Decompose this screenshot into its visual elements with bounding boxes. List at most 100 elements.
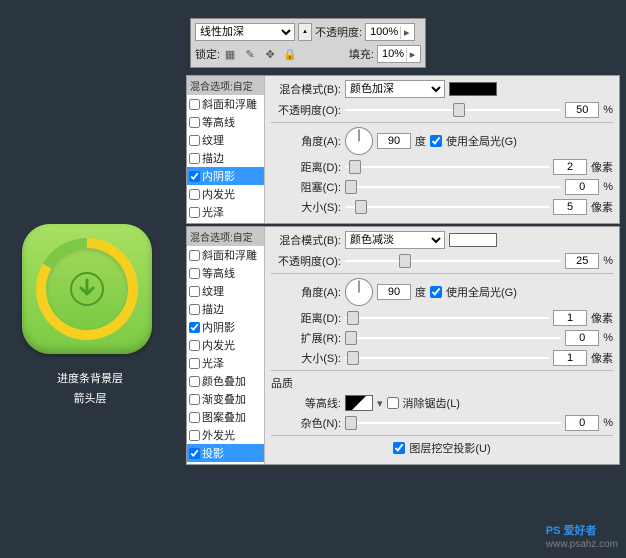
layer-style-panel-drop-shadow: 混合选项:自定 斜面和浮雕等高线纹理描边内阴影内发光光泽颜色叠加渐变叠加图案叠加… [186, 226, 620, 465]
angle-dial[interactable] [345, 278, 373, 306]
style-item-内发光[interactable]: 内发光 [187, 185, 264, 203]
style-label: 光泽 [202, 204, 224, 220]
angle-input[interactable] [377, 133, 411, 149]
chevron-down-icon[interactable]: ▸ [400, 26, 412, 39]
noise-input[interactable] [565, 415, 599, 431]
noise-slider[interactable] [345, 416, 561, 430]
style-item-投影[interactable]: 投影 [187, 444, 264, 462]
style-item-内阴影[interactable]: 内阴影 [187, 167, 264, 185]
opacity-slider[interactable] [345, 103, 561, 117]
lock-transparency-icon[interactable]: ▦ [223, 47, 237, 61]
style-checkbox[interactable] [189, 171, 200, 182]
style-checkbox[interactable] [189, 412, 200, 423]
caption-line-1: 进度条背景层 [0, 370, 180, 390]
opacity-value-box[interactable]: 100%▸ [365, 23, 415, 41]
size-label: 大小(S): [271, 199, 341, 215]
blend-mode-select[interactable]: 颜色加深 [345, 80, 445, 98]
global-light-checkbox[interactable] [430, 286, 442, 298]
style-checkbox[interactable] [189, 376, 200, 387]
lock-brush-icon[interactable]: ✎ [243, 47, 257, 61]
style-checkbox[interactable] [189, 207, 200, 218]
style-item-描边[interactable]: 描边 [187, 300, 264, 318]
opacity-slider[interactable] [345, 254, 561, 268]
antialias-checkbox[interactable] [387, 397, 399, 409]
style-checkbox[interactable] [189, 358, 200, 369]
choke-slider[interactable] [345, 180, 561, 194]
layer-blend-mode-select[interactable]: 线性加深 [195, 23, 295, 41]
distance-slider[interactable] [345, 311, 549, 325]
choke-input[interactable] [565, 179, 599, 195]
layer-style-panel-inner-shadow: 混合选项:自定 斜面和浮雕等高线纹理描边内阴影内发光光泽 混合模式(B): 颜色… [186, 75, 620, 224]
style-checkbox[interactable] [189, 135, 200, 146]
style-label: 等高线 [202, 114, 235, 130]
style-item-斜面和浮雕[interactable]: 斜面和浮雕 [187, 95, 264, 113]
style-label: 纹理 [202, 132, 224, 148]
style-checkbox[interactable] [189, 430, 200, 441]
fill-value-box[interactable]: 10%▸ [377, 45, 421, 63]
distance-input[interactable] [553, 310, 587, 326]
opacity-input[interactable] [565, 102, 599, 118]
size-label: 大小(S): [271, 350, 341, 366]
blend-mode-select[interactable]: 颜色减淡 [345, 231, 445, 249]
lock-label: 锁定: [195, 46, 220, 62]
knockout-label: 图层挖空投影(U) [409, 440, 490, 456]
style-checkbox[interactable] [189, 394, 200, 405]
style-item-描边[interactable]: 描边 [187, 149, 264, 167]
blending-options-header[interactable]: 混合选项:自定 [187, 76, 264, 95]
style-checkbox[interactable] [189, 189, 200, 200]
style-checkbox[interactable] [189, 99, 200, 110]
contour-swatch[interactable] [345, 395, 373, 411]
angle-dial[interactable] [345, 127, 373, 155]
style-checkbox[interactable] [189, 250, 200, 261]
style-item-斜面和浮雕[interactable]: 斜面和浮雕 [187, 246, 264, 264]
size-slider[interactable] [345, 351, 549, 365]
style-checkbox[interactable] [189, 268, 200, 279]
style-checkbox[interactable] [189, 117, 200, 128]
knockout-checkbox[interactable] [393, 442, 405, 454]
style-item-渐变叠加[interactable]: 渐变叠加 [187, 390, 264, 408]
size-input[interactable] [553, 199, 587, 215]
size-slider[interactable] [345, 200, 549, 214]
distance-slider[interactable] [345, 160, 549, 174]
style-item-纹理[interactable]: 纹理 [187, 282, 264, 300]
chevron-down-icon[interactable]: ▸ [406, 48, 418, 61]
style-checkbox[interactable] [189, 286, 200, 297]
style-item-内发光[interactable]: 内发光 [187, 336, 264, 354]
style-item-等高线[interactable]: 等高线 [187, 264, 264, 282]
style-checkbox[interactable] [189, 304, 200, 315]
lock-move-icon[interactable]: ✥ [263, 47, 277, 61]
opacity-label: 不透明度: [315, 24, 362, 40]
style-checkbox[interactable] [189, 322, 200, 333]
style-list: 混合选项:自定 斜面和浮雕等高线纹理描边内阴影内发光光泽 [187, 76, 265, 223]
style-checkbox[interactable] [189, 340, 200, 351]
blending-options-header[interactable]: 混合选项:自定 [187, 227, 264, 246]
blend-mode-label: 混合模式(B): [271, 81, 341, 97]
color-swatch[interactable] [449, 82, 497, 96]
style-checkbox[interactable] [189, 448, 200, 459]
style-item-纹理[interactable]: 纹理 [187, 131, 264, 149]
spinner-icon[interactable]: ▲ [298, 23, 312, 41]
spread-input[interactable] [565, 330, 599, 346]
style-item-图案叠加[interactable]: 图案叠加 [187, 408, 264, 426]
global-light-checkbox[interactable] [430, 135, 442, 147]
style-label: 描边 [202, 301, 224, 317]
angle-input[interactable] [377, 284, 411, 300]
noise-label: 杂色(N): [271, 415, 341, 431]
style-item-内阴影[interactable]: 内阴影 [187, 318, 264, 336]
style-item-外发光[interactable]: 外发光 [187, 426, 264, 444]
chevron-down-icon[interactable]: ▾ [377, 397, 383, 410]
distance-label: 距离(D): [271, 310, 341, 326]
lock-all-icon[interactable]: 🔒 [283, 47, 297, 61]
style-item-光泽[interactable]: 光泽 [187, 354, 264, 372]
style-label: 内阴影 [202, 319, 235, 335]
style-item-等高线[interactable]: 等高线 [187, 113, 264, 131]
opacity-input[interactable] [565, 253, 599, 269]
size-input[interactable] [553, 350, 587, 366]
color-swatch[interactable] [449, 233, 497, 247]
style-checkbox[interactable] [189, 153, 200, 164]
style-item-光泽[interactable]: 光泽 [187, 203, 264, 221]
style-label: 图案叠加 [202, 409, 246, 425]
style-item-颜色叠加[interactable]: 颜色叠加 [187, 372, 264, 390]
distance-input[interactable] [553, 159, 587, 175]
spread-slider[interactable] [345, 331, 561, 345]
